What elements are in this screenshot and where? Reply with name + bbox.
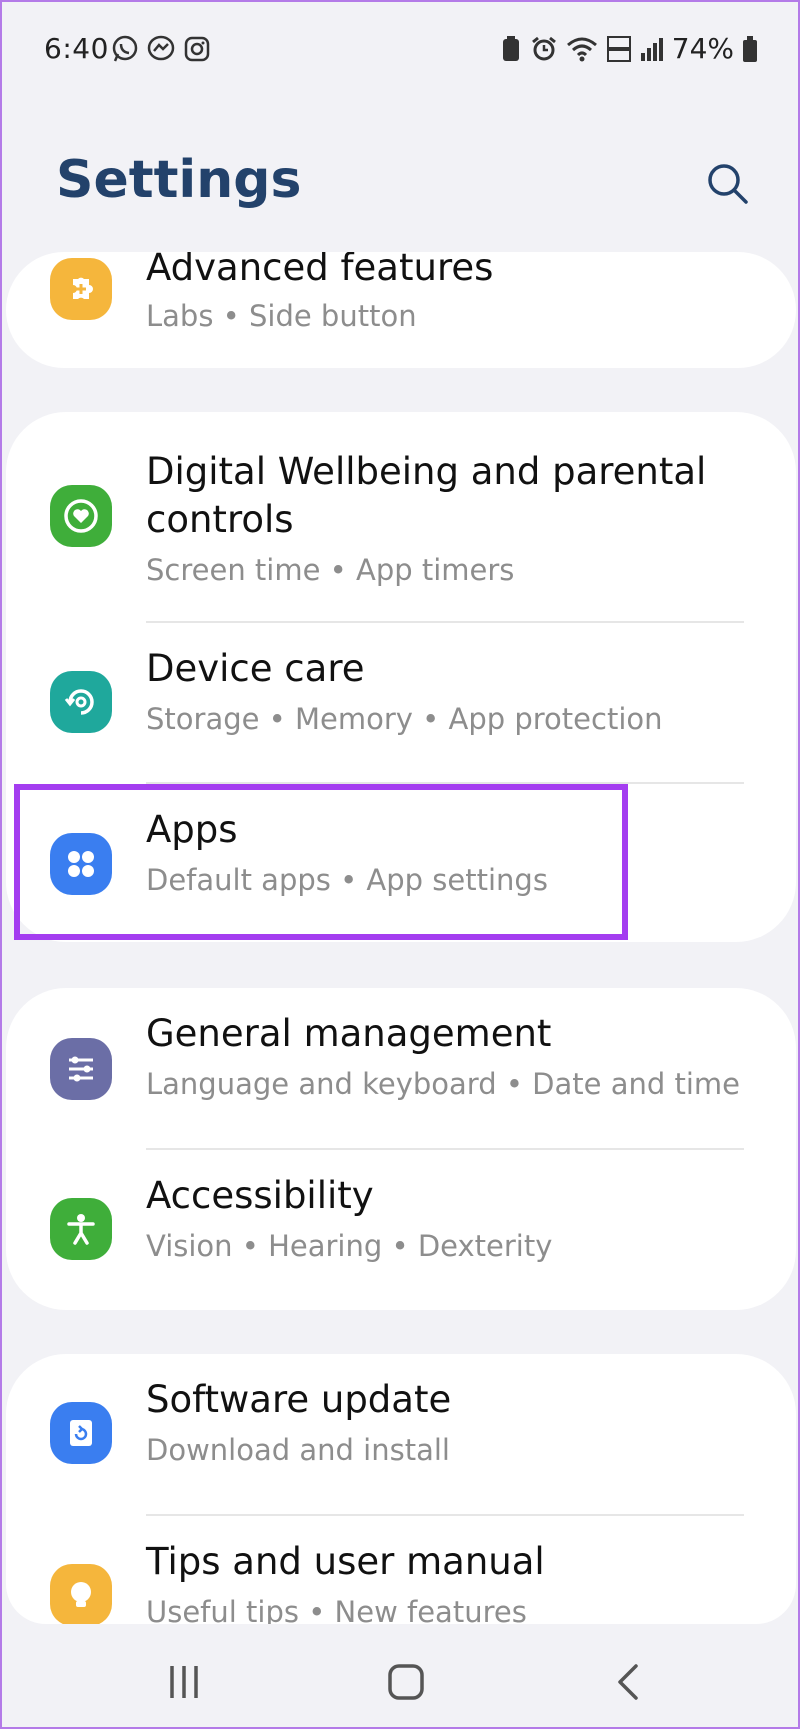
alarm-icon	[531, 36, 556, 60]
settings-item-subtitle: Vision • Hearing • Dexterity	[146, 1229, 553, 1263]
volte-icon	[606, 35, 631, 62]
apps-highlight-box	[14, 784, 628, 940]
settings-item-title: General management	[146, 1012, 552, 1055]
settings-item-title-line2: controls	[146, 498, 294, 541]
settings-item-general-management[interactable]: General management Language and keyboard…	[6, 988, 796, 1148]
recents-icon	[170, 1666, 198, 1698]
battery-saver-icon	[502, 35, 519, 61]
navigation-bar	[2, 1632, 798, 1728]
page-title: Settings	[56, 150, 302, 210]
settings-card-advanced: Advanced features Labs • Side button	[6, 252, 796, 368]
home-icon	[388, 1664, 424, 1700]
settings-item-subtitle: Labs • Side button	[146, 299, 417, 333]
settings-item-accessibility[interactable]: Accessibility Vision • Hearing • Dexteri…	[6, 1150, 796, 1310]
update-icon	[50, 1402, 112, 1464]
puzzle-icon	[50, 258, 112, 320]
settings-item-title: Accessibility	[146, 1174, 374, 1217]
notification-icons	[110, 34, 212, 64]
settings-item-subtitle: Language and keyboard • Date and time	[146, 1067, 740, 1101]
person-icon	[50, 1198, 112, 1260]
settings-item-software-update[interactable]: Software update Download and install	[6, 1354, 796, 1514]
settings-item-subtitle: Useful tips • New features	[146, 1595, 527, 1624]
settings-item-title: Advanced features	[146, 252, 494, 289]
settings-item-title: Tips and user manual	[146, 1540, 545, 1583]
settings-item-title: Device care	[146, 647, 365, 690]
sliders-icon	[50, 1038, 112, 1100]
settings-item-advanced-features[interactable]: Advanced features Labs • Side button	[6, 252, 796, 368]
home-button[interactable]	[376, 1652, 436, 1712]
refresh-circle-icon	[50, 671, 112, 733]
status-time: 6:40	[44, 32, 109, 65]
search-icon	[708, 164, 748, 204]
instagram-icon	[184, 36, 210, 62]
system-icons: 74%	[500, 32, 758, 65]
search-button[interactable]	[702, 158, 754, 210]
messenger-icon	[147, 35, 175, 61]
recents-button[interactable]	[154, 1652, 214, 1712]
settings-item-digital-wellbeing[interactable]: Digital Wellbeing and parental controls …	[6, 412, 796, 620]
settings-item-subtitle: Download and install	[146, 1433, 450, 1467]
settings-item-title-line1: Digital Wellbeing and parental	[146, 450, 707, 493]
status-bar: 6:40 74%	[2, 2, 798, 98]
settings-item-title: Software update	[146, 1378, 452, 1421]
battery-icon	[743, 35, 757, 62]
settings-card-general: General management Language and keyboard…	[6, 988, 796, 1310]
heart-circle-icon	[50, 485, 112, 547]
back-button[interactable]	[600, 1652, 660, 1712]
settings-item-subtitle: Screen time • App timers	[146, 553, 515, 587]
settings-item-tips[interactable]: Tips and user manual Useful tips • New f…	[6, 1516, 796, 1624]
battery-percent: 74%	[671, 32, 734, 65]
whatsapp-icon	[112, 35, 138, 62]
back-icon	[618, 1664, 638, 1700]
settings-item-subtitle: Storage • Memory • App protection	[146, 702, 663, 736]
signal-icon	[640, 37, 663, 61]
lightbulb-icon	[50, 1564, 112, 1624]
settings-item-device-care[interactable]: Device care Storage • Memory • App prote…	[6, 623, 796, 783]
wifi-icon	[566, 37, 597, 61]
settings-card-software: Software update Download and install Tip…	[6, 1354, 796, 1624]
